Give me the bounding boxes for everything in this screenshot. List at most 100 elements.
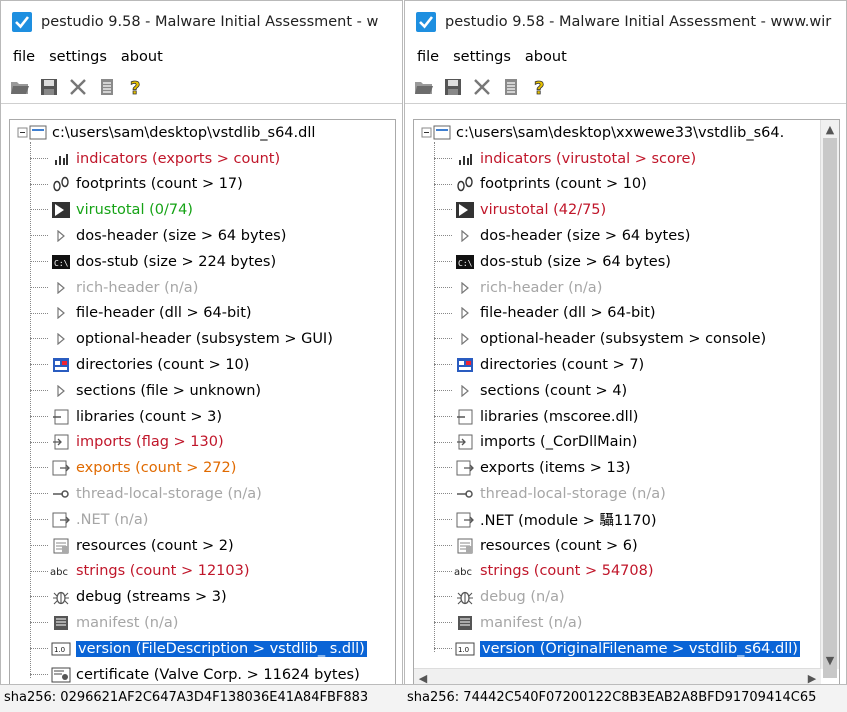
tree-item-dos-stub[interactable]: C:\ dos-stub (size > 224 bytes): [10, 249, 395, 275]
tree-item-thread-local-storage[interactable]: thread-local-storage (n/a): [10, 481, 395, 507]
tree-item-manifest[interactable]: manifest (n/a): [10, 610, 395, 636]
vertical-scrollbar[interactable]: ▲ ▼: [820, 120, 839, 678]
tree-item-strings[interactable]: abc strings (count > 54708): [414, 559, 821, 585]
tree-guide: [30, 467, 48, 469]
tree-item-label: libraries (count > 3): [76, 408, 222, 425]
tree-item-net[interactable]: .NET (n/a): [10, 507, 395, 533]
triangle-icon: [50, 278, 72, 298]
tree-item-file-header[interactable]: file-header (dll > 64-bit): [414, 301, 821, 327]
tree-item-optional-header[interactable]: optional-header (subsystem > console): [414, 326, 821, 352]
tree-item-libraries[interactable]: libraries (count > 3): [10, 404, 395, 430]
tree-item-rich-header[interactable]: rich-header (n/a): [10, 275, 395, 301]
collapse-file-icon[interactable]: [16, 123, 48, 143]
certificate-icon: [50, 665, 72, 685]
tree-item-strings[interactable]: abc strings (count > 12103): [10, 559, 395, 585]
tree-view: c:\users\sam\desktop\xxwewe33\vstdlib_s6…: [414, 120, 835, 662]
delete-icon[interactable]: [67, 76, 89, 98]
tree-item-libraries[interactable]: libraries (mscoree.dll): [414, 404, 821, 430]
tree-item-net[interactable]: .NET (module > 䯀1170): [414, 507, 821, 533]
abc-icon: abc: [454, 561, 476, 581]
tree-root[interactable]: c:\users\sam\desktop\vstdlib_s64.dll: [10, 120, 395, 146]
help-icon[interactable]: ?: [529, 76, 551, 98]
tree-item-directories[interactable]: directories (count > 7): [414, 352, 821, 378]
tree-pane[interactable]: c:\users\sam\desktop\xxwewe33\vstdlib_s6…: [413, 119, 840, 689]
tree-item-debug[interactable]: debug (n/a): [414, 584, 821, 610]
exports-icon: [50, 510, 72, 530]
tree-guide: [30, 364, 48, 366]
tree-item-label: strings (count > 12103): [76, 563, 250, 580]
tree-item-resources[interactable]: resources (count > 2): [10, 533, 395, 559]
tree-item-label: certificate (Valve Corp. > 11624 bytes): [76, 666, 360, 683]
tree-guide: [30, 622, 48, 624]
tree-item-label: resources (count > 6): [480, 537, 638, 554]
triangle-icon: [50, 303, 72, 323]
tree-item-dos-header[interactable]: dos-header (size > 64 bytes): [414, 223, 821, 249]
tree-guide: [434, 570, 452, 572]
menu-about[interactable]: about: [525, 49, 567, 65]
directories-icon: [454, 355, 476, 375]
tree-item-label: footprints (count > 17): [76, 176, 243, 193]
tree-item-dos-stub[interactable]: C:\ dos-stub (size > 64 bytes): [414, 249, 821, 275]
libraries-icon: [50, 407, 72, 427]
open-folder-icon[interactable]: [9, 76, 31, 98]
tree-guide: [30, 673, 48, 675]
tree-item-label: indicators (exports > count): [76, 150, 281, 167]
tree-item-rich-header[interactable]: rich-header (n/a): [414, 275, 821, 301]
menu-file[interactable]: file: [13, 49, 35, 65]
tree-item-label: dos-stub (size > 224 bytes): [76, 253, 277, 270]
tree-item-directories[interactable]: directories (count > 10): [10, 352, 395, 378]
tree-item-sections[interactable]: sections (file > unknown): [10, 378, 395, 404]
save-icon[interactable]: [442, 76, 464, 98]
save-icon[interactable]: [38, 76, 60, 98]
tree-item-indicators[interactable]: indicators (virustotal > score): [414, 146, 821, 172]
tree-item-label: thread-local-storage (n/a): [480, 486, 666, 503]
tree-item-dos-header[interactable]: dos-header (size > 64 bytes): [10, 223, 395, 249]
tree-pane[interactable]: c:\users\sam\desktop\vstdlib_s64.dllindi…: [9, 119, 396, 689]
help-icon[interactable]: ?: [125, 76, 147, 98]
document-icon[interactable]: [500, 76, 522, 98]
tree-item-version[interactable]: 1.0 version (FileDescription > vstdlib_ s…: [10, 636, 395, 662]
tree-item-manifest[interactable]: manifest (n/a): [414, 610, 821, 636]
tree-guide: [434, 209, 452, 211]
tree-item-exports[interactable]: exports (count > 272): [10, 455, 395, 481]
tree-item-virustotal[interactable]: virustotal (42/75): [414, 197, 821, 223]
collapse-file-icon[interactable]: [420, 123, 452, 143]
tree-item-label: manifest (n/a): [76, 615, 179, 632]
tree-item-label: thread-local-storage (n/a): [76, 486, 262, 503]
scroll-up-arrow-icon[interactable]: ▲: [821, 120, 839, 138]
tree-item-imports[interactable]: imports (flag > 130): [10, 430, 395, 456]
tree-item-indicators[interactable]: indicators (exports > count): [10, 146, 395, 172]
document-icon[interactable]: [96, 76, 118, 98]
abc-icon: abc: [50, 561, 72, 581]
tree-item-sections[interactable]: sections (count > 4): [414, 378, 821, 404]
tree-item-resources[interactable]: resources (count > 6): [414, 533, 821, 559]
tree-root[interactable]: c:\users\sam\desktop\xxwewe33\vstdlib_s6…: [414, 120, 835, 146]
menu-about[interactable]: about: [121, 49, 163, 65]
tree-guide: [30, 441, 48, 443]
tree-guide: [434, 415, 452, 417]
tree-item-footprints[interactable]: footprints (count > 17): [10, 172, 395, 198]
tree-item-exports[interactable]: exports (items > 13): [414, 455, 821, 481]
scroll-down-arrow-icon[interactable]: ▼: [821, 651, 839, 669]
triangle-icon: [454, 329, 476, 349]
status-bar: sha256: 0296621AF2C647A3D4F138036E41A84F…: [0, 684, 847, 712]
open-folder-icon[interactable]: [413, 76, 435, 98]
menu-settings[interactable]: settings: [49, 49, 107, 65]
tree-guide: [434, 467, 452, 469]
tree-item-file-header[interactable]: file-header (dll > 64-bit): [10, 301, 395, 327]
tree-item-thread-local-storage[interactable]: thread-local-storage (n/a): [414, 481, 821, 507]
tree-item-footprints[interactable]: footprints (count > 10): [414, 172, 821, 198]
scrollbar-thumb[interactable]: [823, 138, 837, 678]
triangle-icon: [454, 303, 476, 323]
tree-guide: [30, 209, 48, 211]
tree-item-version[interactable]: 1.0 version (OriginalFilename > vstdlib_s…: [414, 636, 821, 662]
tree-item-virustotal[interactable]: virustotal (0/74): [10, 197, 395, 223]
menu-settings[interactable]: settings: [453, 49, 511, 65]
tree-item-debug[interactable]: debug (streams > 3): [10, 584, 395, 610]
tree-item-optional-header[interactable]: optional-header (subsystem > GUI): [10, 326, 395, 352]
tree-item-imports[interactable]: imports (_CorDllMain): [414, 430, 821, 456]
tree-vertical-guide: [434, 142, 435, 652]
delete-icon[interactable]: [471, 76, 493, 98]
menu-file[interactable]: file: [417, 49, 439, 65]
tree-guide: [30, 544, 48, 546]
